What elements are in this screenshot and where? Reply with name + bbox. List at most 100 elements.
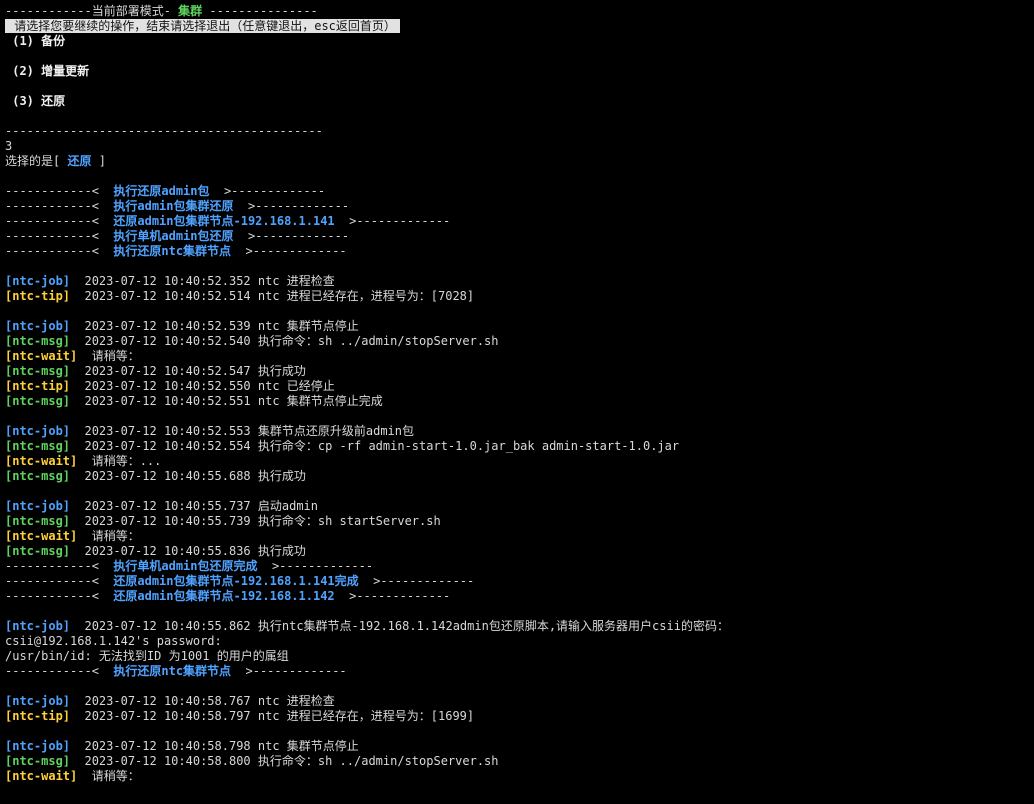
log-line: [ntc-msg] 2023-07-12 10:40:55.836 执行成功 xyxy=(5,544,1034,559)
log-text: 2023-07-12 10:40:55.688 执行成功 xyxy=(84,469,306,483)
log-tag-job: [ntc-job] xyxy=(5,319,71,333)
output-line: ----------------------------------------… xyxy=(5,124,1034,139)
section-left: ------------< xyxy=(5,244,114,258)
output-line: /usr/bin/id: 无法找到ID 为1001 的用户的属组 xyxy=(5,649,1034,664)
log-text: 请稍等： xyxy=(91,529,140,543)
section-left: ------------< xyxy=(5,664,114,678)
log-tag-job: [ntc-job] xyxy=(5,619,71,633)
log-line: [ntc-wait] 请稍等：... xyxy=(5,454,1034,469)
section-right: >------------- xyxy=(334,589,451,603)
output-text: /usr/bin/id: 无法找到ID 为1001 的用户的属组 xyxy=(5,649,289,663)
section-label: 执行单机admin包还原完成 xyxy=(113,559,258,573)
log-tag-msg: [ntc-msg] xyxy=(5,439,71,453)
section-label: 执行还原admin包 xyxy=(113,184,210,198)
log-tag-msg: [ntc-msg] xyxy=(5,334,71,348)
log-line: [ntc-tip] 2023-07-12 10:40:58.797 ntc 进程… xyxy=(5,709,1034,724)
menu-option-label: (2) 增量更新 xyxy=(5,64,90,78)
section-label: 还原admin包集群节点-192.168.1.141 xyxy=(113,214,335,228)
menu-option: (1) 备份 xyxy=(5,34,1034,49)
log-text: 2023-07-12 10:40:55.739 执行命令：sh startSer… xyxy=(84,514,441,528)
section-divider: ------------< 执行admin包集群还原 >------------… xyxy=(5,199,1034,214)
log-gap xyxy=(70,694,84,708)
output-text: 3 xyxy=(5,139,13,153)
section-label: 执行还原ntc集群节点 xyxy=(113,664,232,678)
log-line: [ntc-job] 2023-07-12 10:40:52.352 ntc 进程… xyxy=(5,274,1034,289)
section-label: 执行单机admin包还原 xyxy=(113,229,234,243)
selection-suffix: ] xyxy=(91,154,106,168)
log-gap xyxy=(77,454,91,468)
deploy-mode-header: ------------当前部署模式- 集群 --------------- xyxy=(5,4,1034,19)
section-divider: ------------< 执行还原admin包 >------------- xyxy=(5,184,1034,199)
deploy-mode-value: 集群 xyxy=(178,4,203,18)
output-text: csii@192.168.1.142's password: xyxy=(5,634,222,648)
log-line: [ntc-msg] 2023-07-12 10:40:52.540 执行命令：s… xyxy=(5,334,1034,349)
log-gap xyxy=(70,514,84,528)
section-left: ------------< xyxy=(5,229,114,243)
section-label: 还原admin包集群节点-192.168.1.141完成 xyxy=(113,574,359,588)
log-tag-msg: [ntc-msg] xyxy=(5,514,71,528)
selection-prefix: 选择的是[ xyxy=(5,154,68,168)
log-gap xyxy=(70,499,84,513)
log-line: [ntc-tip] 2023-07-12 10:40:52.514 ntc 进程… xyxy=(5,289,1034,304)
log-tag-job: [ntc-job] xyxy=(5,694,71,708)
log-gap xyxy=(77,349,91,363)
log-line: [ntc-msg] 2023-07-12 10:40:58.800 执行命令：s… xyxy=(5,754,1034,769)
log-tag-job: [ntc-job] xyxy=(5,499,71,513)
log-gap xyxy=(70,394,84,408)
log-tag-tip: [ntc-tip] xyxy=(5,709,71,723)
terminal-output[interactable]: ------------当前部署模式- 集群 --------------- 请… xyxy=(0,0,1034,804)
log-gap xyxy=(70,544,84,558)
log-line: [ntc-msg] 2023-07-12 10:40:52.547 执行成功 xyxy=(5,364,1034,379)
log-line: [ntc-msg] 2023-07-12 10:40:52.554 执行命令：c… xyxy=(5,439,1034,454)
log-line: [ntc-job] 2023-07-12 10:40:52.553 集群节点还原… xyxy=(5,424,1034,439)
menu-option: (2) 增量更新 xyxy=(5,64,1034,79)
log-gap xyxy=(70,289,84,303)
log-line: [ntc-wait] 请稍等： xyxy=(5,529,1034,544)
menu-option-label: (1) 备份 xyxy=(5,34,66,48)
log-text: 2023-07-12 10:40:58.797 ntc 进程已经存在，进程号为：… xyxy=(84,709,475,723)
menu-option: (3) 还原 xyxy=(5,94,1034,109)
log-gap xyxy=(70,334,84,348)
log-text: 2023-07-12 10:40:52.550 ntc 已经停止 xyxy=(84,379,335,393)
section-divider: ------------< 执行单机admin包还原 >------------… xyxy=(5,229,1034,244)
selection-line: 选择的是[ 还原 ] xyxy=(5,154,1034,169)
log-text: 2023-07-12 10:40:55.862 执行ntc集群节点-192.16… xyxy=(84,619,729,633)
log-gap xyxy=(70,439,84,453)
log-line: [ntc-msg] 2023-07-12 10:40:55.739 执行命令：s… xyxy=(5,514,1034,529)
section-right: >------------- xyxy=(257,559,374,573)
log-gap xyxy=(70,379,84,393)
section-left: ------------< xyxy=(5,559,114,573)
log-gap xyxy=(70,709,84,723)
log-text: 请稍等：... xyxy=(91,454,162,468)
log-text: 2023-07-12 10:40:52.352 ntc 进程检查 xyxy=(84,274,335,288)
section-right: >------------- xyxy=(233,199,350,213)
log-tag-msg: [ntc-msg] xyxy=(5,469,71,483)
section-left: ------------< xyxy=(5,199,114,213)
output-line: csii@192.168.1.142's password: xyxy=(5,634,1034,649)
log-line: [ntc-wait] 请稍等： xyxy=(5,769,1034,784)
operation-prompt: 请选择您要继续的操作，结束请选择退出（任意键退出，esc返回首页） xyxy=(5,19,1034,34)
log-text: 2023-07-12 10:40:55.737 启动admin xyxy=(84,499,318,513)
log-tag-job: [ntc-job] xyxy=(5,424,71,438)
section-right: >------------- xyxy=(233,229,350,243)
log-line: [ntc-job] 2023-07-12 10:40:58.798 ntc 集群… xyxy=(5,739,1034,754)
section-divider: ------------< 还原admin包集群节点-192.168.1.141… xyxy=(5,214,1034,229)
log-tag-job: [ntc-job] xyxy=(5,739,71,753)
log-tag-msg: [ntc-msg] xyxy=(5,394,71,408)
log-text: 2023-07-12 10:40:52.514 ntc 进程已经存在，进程号为：… xyxy=(84,289,475,303)
log-tag-job: [ntc-job] xyxy=(5,274,71,288)
log-gap xyxy=(70,754,84,768)
log-gap xyxy=(70,424,84,438)
log-line: [ntc-job] 2023-07-12 10:40:55.737 启动admi… xyxy=(5,499,1034,514)
log-gap xyxy=(70,619,84,633)
output-line: 3 xyxy=(5,139,1034,154)
log-gap xyxy=(70,274,84,288)
log-tag-wait: [ntc-wait] xyxy=(5,454,78,468)
log-line: [ntc-msg] 2023-07-12 10:40:55.688 执行成功 xyxy=(5,469,1034,484)
